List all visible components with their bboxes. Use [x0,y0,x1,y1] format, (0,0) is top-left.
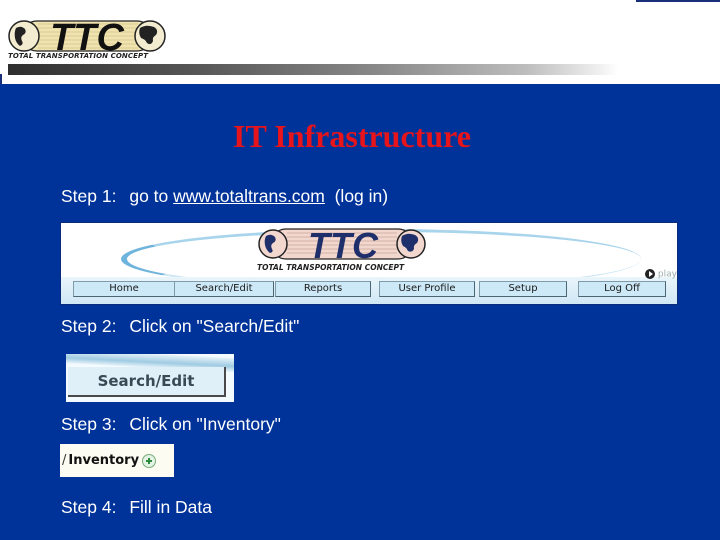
step-2: Step 2: Click on "Search/Edit" [61,316,299,337]
inventory-link[interactable]: / Inventory [60,444,174,477]
slide-title: IT Infrastructure [233,118,471,154]
globe-left-icon [258,229,288,259]
globe-left-icon [8,20,40,52]
website-link[interactable]: www.totaltrans.com [173,186,325,206]
step-1-text: go to [129,186,169,206]
site-ttc-logo: TTC [258,225,426,263]
website-screenshot: TTC TOTAL TRANSPORTATION CONCEPT play Ho… [60,222,678,305]
search-edit-button[interactable]: Search/Edit [68,367,226,397]
logo-tagline: TOTAL TRANSPORTATION CONCEPT [8,52,149,60]
step-3-label: Step 3: [61,414,117,434]
step-4: Step 4: Fill in Data [61,497,212,518]
svg-text:TTC: TTC [50,17,124,56]
header-banner: TTC TOTAL TRANSPORTATION CONCEPT [0,0,720,84]
step-4-text: Fill in Data [129,497,213,517]
site-tagline: TOTAL TRANSPORTATION CONCEPT [257,263,405,272]
step-1-label: Step 1: [61,186,117,206]
nav-search-edit[interactable]: Search/Edit [174,281,274,297]
nav-setup[interactable]: Setup [479,281,567,297]
plus-circle-icon[interactable] [142,453,157,468]
inventory-prefix: / [62,453,67,468]
play-icon [645,269,655,279]
ttc-logo: TTC [8,17,166,56]
step-1-suffix: (log in) [334,186,389,206]
header-top-line [636,0,720,2]
search-edit-screenshot: Search/Edit [66,354,234,402]
play-control[interactable]: play [645,269,677,280]
nav-user-profile[interactable]: User Profile [379,281,475,297]
step-2-text: Click on "Search/Edit" [129,316,300,336]
header-gradient-bar [8,64,618,75]
svg-text:TTC: TTC [308,225,379,263]
header-left-line [0,74,2,84]
step-4-label: Step 4: [61,497,117,517]
nav-log-off[interactable]: Log Off [578,281,666,297]
inventory-label: Inventory [68,453,140,468]
step-2-label: Step 2: [61,316,117,336]
step-1: Step 1: go to www.totaltrans.com (log in… [61,186,388,207]
nav-home[interactable]: Home [73,281,175,297]
step-3-text: Click on "Inventory" [129,414,281,434]
step-3: Step 3: Click on "Inventory" [61,414,281,435]
play-label: play [657,269,677,280]
nav-reports[interactable]: Reports [275,281,371,297]
